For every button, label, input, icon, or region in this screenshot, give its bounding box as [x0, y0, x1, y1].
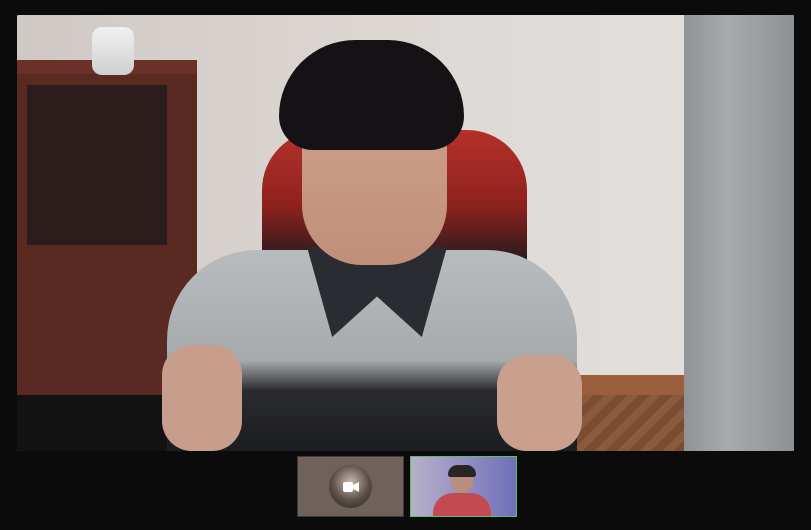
door	[684, 15, 794, 451]
shelf-jar	[92, 27, 134, 75]
thumbnail-person-body	[433, 493, 491, 516]
person-arm-right	[497, 355, 582, 451]
shelf-compartment	[27, 85, 167, 245]
participant-thumbnail-active[interactable]	[410, 456, 517, 517]
person-arm-left	[162, 345, 242, 451]
participant-thumbnail-strip	[297, 456, 517, 517]
participant-thumbnail-camera-off[interactable]	[297, 456, 404, 517]
thumbnail-person-hair	[448, 465, 476, 477]
video-camera-icon	[343, 482, 359, 492]
person-hair	[279, 40, 464, 150]
thumbnail-person	[431, 465, 491, 516]
main-video[interactable]	[17, 15, 794, 451]
